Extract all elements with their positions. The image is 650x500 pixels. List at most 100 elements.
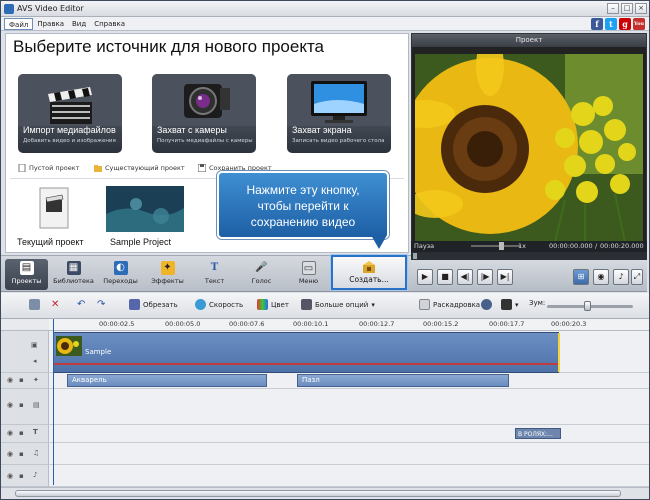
- tooltip-tail: [371, 235, 387, 249]
- time-current: 00:00:00.000: [549, 242, 593, 250]
- mode-voice[interactable]: 🎤 Голос: [240, 259, 283, 290]
- playback-progress-bar[interactable]: [411, 252, 647, 260]
- tooltip-line-1: Нажмите эту кнопку,: [246, 183, 360, 197]
- overlay-track[interactable]: [49, 389, 649, 425]
- scrollbar-thumb[interactable]: [15, 490, 621, 497]
- close-button[interactable]: ×: [635, 3, 647, 14]
- eye-icon[interactable]: ◉: [7, 429, 13, 437]
- transition-clip[interactable]: Акварель: [67, 374, 267, 387]
- more-options-button[interactable]: Больше опций ▾: [301, 299, 375, 310]
- zoom-slider-knob[interactable]: [584, 301, 591, 311]
- google-icon[interactable]: g: [619, 18, 631, 30]
- stop-button[interactable]: ■: [437, 269, 453, 285]
- mode-transitions[interactable]: ◐ Переходы: [99, 259, 142, 290]
- audio-settings-button[interactable]: [481, 299, 492, 310]
- facebook-icon[interactable]: f: [591, 18, 603, 30]
- color-button[interactable]: Цвет: [257, 299, 289, 310]
- text-icon: T: [210, 262, 219, 273]
- eye-icon[interactable]: ◉: [7, 472, 13, 480]
- menu-help[interactable]: Справка: [90, 18, 129, 30]
- camera-capture-card[interactable]: Захват с камеры Получить медиафайлы с ка…: [152, 74, 256, 153]
- existing-project-link[interactable]: Существующий проект: [94, 164, 185, 172]
- clip-thumbnail: [56, 336, 82, 356]
- clip-tools-icon: [29, 299, 40, 310]
- trim-button[interactable]: Обрезать: [129, 299, 178, 310]
- timeline-scrollbar[interactable]: [1, 487, 649, 499]
- current-project-label[interactable]: Текущий проект: [17, 237, 84, 247]
- delete-button[interactable]: ✕: [51, 299, 59, 310]
- mode-effects-label: Эффекты: [151, 277, 184, 285]
- twitter-icon[interactable]: t: [605, 18, 617, 30]
- youtube-icon[interactable]: You: [633, 18, 645, 30]
- text-clip[interactable]: В РОЛЯХ:...: [515, 428, 561, 439]
- sample-project-thumbnail[interactable]: [106, 186, 184, 232]
- menu-view[interactable]: Вид: [68, 18, 90, 30]
- playhead[interactable]: [53, 319, 54, 485]
- clip-audio-line: [54, 363, 558, 365]
- add-clip-button[interactable]: [29, 299, 40, 310]
- mode-projects[interactable]: ▤ Проекты: [5, 259, 48, 290]
- play-button[interactable]: ▶: [417, 269, 433, 285]
- redo-button[interactable]: ↷: [97, 299, 105, 310]
- more-options-icon: [301, 299, 312, 310]
- screen-capture-card[interactable]: Захват экрана Записать видео рабочего ст…: [287, 74, 391, 153]
- create-button-label: Создать...: [349, 275, 389, 284]
- undo-button[interactable]: ↶: [77, 299, 85, 310]
- menu-file[interactable]: Файл: [4, 17, 34, 30]
- snapshot-icon[interactable]: ◉: [593, 269, 609, 285]
- progress-handle[interactable]: [413, 253, 417, 259]
- preview-mode-icon[interactable]: ⊞: [573, 269, 589, 285]
- overlay-track-icon: ▤: [33, 401, 40, 409]
- mode-effects[interactable]: ✦ Эффекты: [146, 259, 189, 290]
- display-settings-button[interactable]: ▾: [501, 299, 519, 310]
- timeline-ruler[interactable]: 00:00:02.5 00:00:05.0 00:00:07.6 00:00:1…: [49, 319, 649, 331]
- minimize-button[interactable]: –: [607, 3, 619, 14]
- mode-text[interactable]: T Текст: [193, 259, 236, 290]
- import-media-title: Импорт медиафайлов: [23, 125, 116, 135]
- audio-icon: [481, 299, 492, 310]
- previous-frame-button[interactable]: ◀|: [457, 269, 473, 285]
- volume-icon[interactable]: ♪: [613, 269, 629, 285]
- eye-icon[interactable]: ◉: [7, 450, 13, 458]
- audio-mute-icon[interactable]: ◂: [33, 357, 37, 365]
- menu-edit[interactable]: Правка: [33, 18, 68, 30]
- music-track[interactable]: [49, 465, 649, 487]
- current-project-icon[interactable]: [38, 186, 70, 230]
- mode-library[interactable]: ▦ Библиотека: [52, 259, 95, 290]
- effects-track-header: ◉ ▪ ✦: [1, 373, 49, 389]
- sample-project-label[interactable]: Sample Project: [110, 237, 171, 247]
- fullscreen-icon[interactable]: ⤢: [631, 269, 643, 285]
- mode-menu[interactable]: ▭ Меню: [287, 259, 330, 290]
- speed-slider[interactable]: [471, 245, 521, 247]
- speed-slider-knob[interactable]: [499, 242, 504, 250]
- next-frame-button[interactable]: |▶: [477, 269, 493, 285]
- storyboard-toggle[interactable]: Раскадровка: [419, 299, 480, 310]
- lock-icon[interactable]: ▪: [19, 472, 24, 480]
- voice-track[interactable]: [49, 443, 649, 465]
- empty-project-label: Пустой проект: [29, 164, 80, 172]
- lock-icon[interactable]: ▪: [19, 376, 24, 384]
- create-button[interactable]: Создать...: [331, 255, 407, 290]
- tooltip-line-3: сохранению видео: [250, 215, 356, 229]
- empty-project-link[interactable]: Пустой проект: [18, 164, 79, 172]
- eye-icon[interactable]: ◉: [7, 401, 13, 409]
- video-clip[interactable]: Sample: [53, 332, 560, 373]
- lock-icon[interactable]: ▪: [19, 450, 24, 458]
- zoom-label: Зум:: [529, 299, 546, 307]
- go-to-end-button[interactable]: ▶|: [497, 269, 513, 285]
- speed-button[interactable]: Скорость: [195, 299, 243, 310]
- mode-menu-label: Меню: [298, 277, 319, 285]
- effects-icon: ✦: [160, 261, 175, 275]
- mode-projects-label: Проекты: [11, 277, 42, 285]
- eye-icon[interactable]: ◉: [7, 376, 13, 384]
- mode-voice-label: Голос: [251, 277, 272, 285]
- maximize-button[interactable]: □: [621, 3, 633, 14]
- lock-icon[interactable]: ▪: [19, 429, 24, 437]
- transport-controls: ▶ ■ ◀| |▶ ▶| ⊞ ◉ ♪ ⤢: [411, 260, 647, 292]
- transition-clip[interactable]: Пазл: [297, 374, 509, 387]
- import-media-card[interactable]: Импорт медиафайлов Добавить видео и изоб…: [18, 74, 122, 153]
- blank-page-icon: [18, 164, 26, 172]
- lock-icon[interactable]: ▪: [19, 401, 24, 409]
- storyboard-label: Раскадровка: [433, 300, 481, 309]
- ruler-tick: 00:00:10.1: [293, 320, 329, 328]
